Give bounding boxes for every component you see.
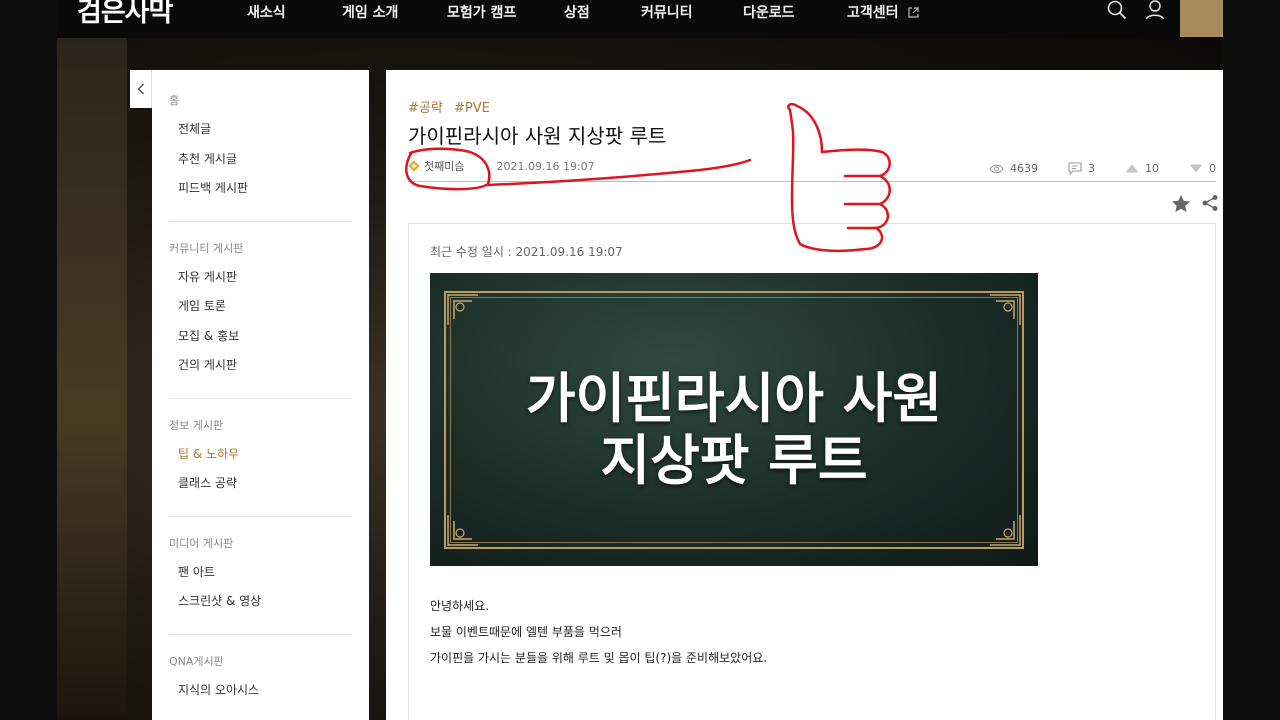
- sidebar-group-qna: QNA게시판 지식의 오아시스: [169, 653, 352, 720]
- sidebar-group-home: 홈 전체글 추천 게시글 피드백 게시판: [169, 92, 352, 222]
- board-sidebar: 홈 전체글 추천 게시글 피드백 게시판 커뮤니티 게시판 자유 게시판 게임 …: [152, 70, 369, 720]
- sidebar-group-title: QNA게시판: [169, 654, 224, 668]
- star-icon: [1172, 195, 1190, 212]
- banner-title-line-1: 가이핀라시아 사원: [525, 367, 943, 430]
- sidebar-item-free-board[interactable]: 자유 게시판: [169, 267, 352, 297]
- nav-community[interactable]: 커뮤니티: [641, 2, 743, 22]
- user-icon[interactable]: [1145, 0, 1165, 20]
- nav-customer-center-label: 고객센터: [847, 5, 899, 21]
- nav-shop[interactable]: 상점: [564, 2, 641, 22]
- tag-pve[interactable]: #PVE: [454, 101, 490, 116]
- author-grade-icon: [408, 160, 420, 172]
- last-edited-text: 최근 수정 일시 : 2021.09.16 19:07: [430, 245, 623, 259]
- ornament-corner-icon: [447, 294, 478, 325]
- nav-customer-center[interactable]: 고객센터: [847, 2, 920, 22]
- ornament-corner-icon: [447, 515, 478, 546]
- upvote-count: 10: [1145, 162, 1159, 175]
- sidebar-item-fan-art[interactable]: 팬 아트: [169, 562, 352, 592]
- header-accent-box[interactable]: [1180, 0, 1223, 37]
- downvote-stat[interactable]: 0: [1189, 162, 1216, 175]
- post-body: 안녕하세요. 보물 이벤트때문에 엘텐 부품을 먹으러 가이핀을 가시는 분들을…: [430, 597, 767, 675]
- post-tags: #공략 #PVE: [408, 97, 497, 116]
- post-date: 2021.09.16 19:07: [496, 159, 595, 173]
- tag-guide[interactable]: #공략: [408, 101, 443, 116]
- ornament-corner-icon: [990, 294, 1021, 325]
- main-nav: 새소식 게임 소개 모험가 캠프 상점 커뮤니티 다운로드 고객센터: [247, 2, 920, 22]
- sidebar-item-game-discussion[interactable]: 게임 토론: [169, 296, 352, 326]
- body-paragraph: 가이핀을 가시는 분들을 위해 루트 및 몹이 팁(?)을 준비해보았어요.: [430, 651, 768, 665]
- post-banner-image: 가이핀라시아 사원 지상팟 루트: [430, 273, 1038, 566]
- share-button[interactable]: [1201, 194, 1219, 217]
- upvote-icon: [1125, 164, 1139, 173]
- post-title: 가이핀라시아 사원 지상팟 루트: [408, 124, 667, 148]
- top-navigation-bar: 검은사막 새소식 게임 소개 모험가 캠프 상점 커뮤니티 다운로드 고객센터: [57, 0, 1223, 38]
- nav-game-intro[interactable]: 게임 소개: [342, 2, 447, 22]
- share-icon: [1202, 195, 1218, 211]
- post-content: 최근 수정 일시 : 2021.09.16 19:07 가이핀라시아 사원 지상…: [408, 223, 1216, 720]
- downvote-icon: [1189, 164, 1203, 173]
- post-stats: 4639 3 10 0: [959, 162, 1216, 175]
- sidebar-group-title: 커뮤니티 게시판: [169, 241, 244, 255]
- upvote-stat[interactable]: 10: [1125, 162, 1159, 175]
- sidebar-group-title: 정보 게시판: [169, 418, 224, 432]
- body-paragraph: 보물 이벤트때문에 엘텐 부품을 먹으러: [430, 625, 622, 639]
- sidebar-group-title[interactable]: 홈: [169, 92, 352, 108]
- downvote-count: 0: [1209, 162, 1216, 175]
- post-actions: [1161, 194, 1219, 217]
- article-panel: #공략 #PVE 가이핀라시아 사원 지상팟 루트 첫째미슴 2021.09.1…: [386, 70, 1223, 720]
- sidebar-group-info: 정보 게시판 팁 & 노하우 클래스 공략: [169, 417, 352, 517]
- views-count: 4639: [1010, 162, 1038, 175]
- sidebar-item-suggestions[interactable]: 건의 게시판: [169, 355, 352, 385]
- eye-icon: [989, 164, 1004, 173]
- sidebar-item-feedback[interactable]: 피드백 게시판: [169, 178, 352, 208]
- post-author[interactable]: 첫째미슴: [424, 158, 464, 174]
- sidebar-item-class-guide[interactable]: 클래스 공략: [169, 473, 352, 503]
- post-meta: 첫째미슴 2021.09.16 19:07: [408, 158, 595, 174]
- comments-stat[interactable]: 3: [1068, 162, 1095, 175]
- sidebar-group-media: 미디어 게시판 팬 아트 스크린샷 & 영상: [169, 535, 352, 635]
- sidebar-group-community: 커뮤니티 게시판 자유 게시판 게임 토론 모집 & 홍보 건의 게시판: [169, 240, 352, 399]
- background-left-strip: [57, 38, 127, 720]
- body-paragraph: 안녕하세요.: [430, 599, 490, 613]
- views-stat: 4639: [989, 162, 1038, 175]
- ornament-corner-icon: [990, 515, 1021, 546]
- nav-download-label: 다운로드: [743, 5, 795, 21]
- sidebar-item-screenshots[interactable]: 스크린샷 & 영상: [169, 591, 352, 621]
- bookmark-button[interactable]: [1171, 194, 1191, 217]
- nav-adventurer-camp[interactable]: 모험가 캠프: [447, 2, 564, 22]
- sidebar-item-oasis[interactable]: 지식의 오아시스: [169, 680, 352, 710]
- site-logo[interactable]: 검은사막: [77, 0, 173, 29]
- banner-title: 가이핀라시아 사원 지상팟 루트: [430, 368, 1038, 492]
- chevron-left-icon: [136, 83, 144, 95]
- sidebar-item-tips[interactable]: 팁 & 노하우: [169, 444, 352, 474]
- sidebar-item-all-posts[interactable]: 전체글: [169, 119, 352, 149]
- sidebar-group-title: 미디어 게시판: [169, 536, 234, 550]
- sidebar-collapse-button[interactable]: [130, 70, 152, 108]
- header-divider: [408, 181, 1216, 182]
- search-icon[interactable]: [1107, 0, 1127, 20]
- sidebar-item-recruit[interactable]: 모집 & 홍보: [169, 326, 352, 356]
- banner-title-line-2: 지상팟 루트: [600, 429, 868, 492]
- nav-news[interactable]: 새소식: [247, 2, 342, 22]
- comments-count: 3: [1088, 162, 1095, 175]
- comment-icon: [1068, 162, 1082, 175]
- nav-download[interactable]: 다운로드: [743, 2, 847, 22]
- external-link-icon: [908, 7, 920, 18]
- sidebar-item-recommended[interactable]: 추천 게시글: [169, 149, 352, 179]
